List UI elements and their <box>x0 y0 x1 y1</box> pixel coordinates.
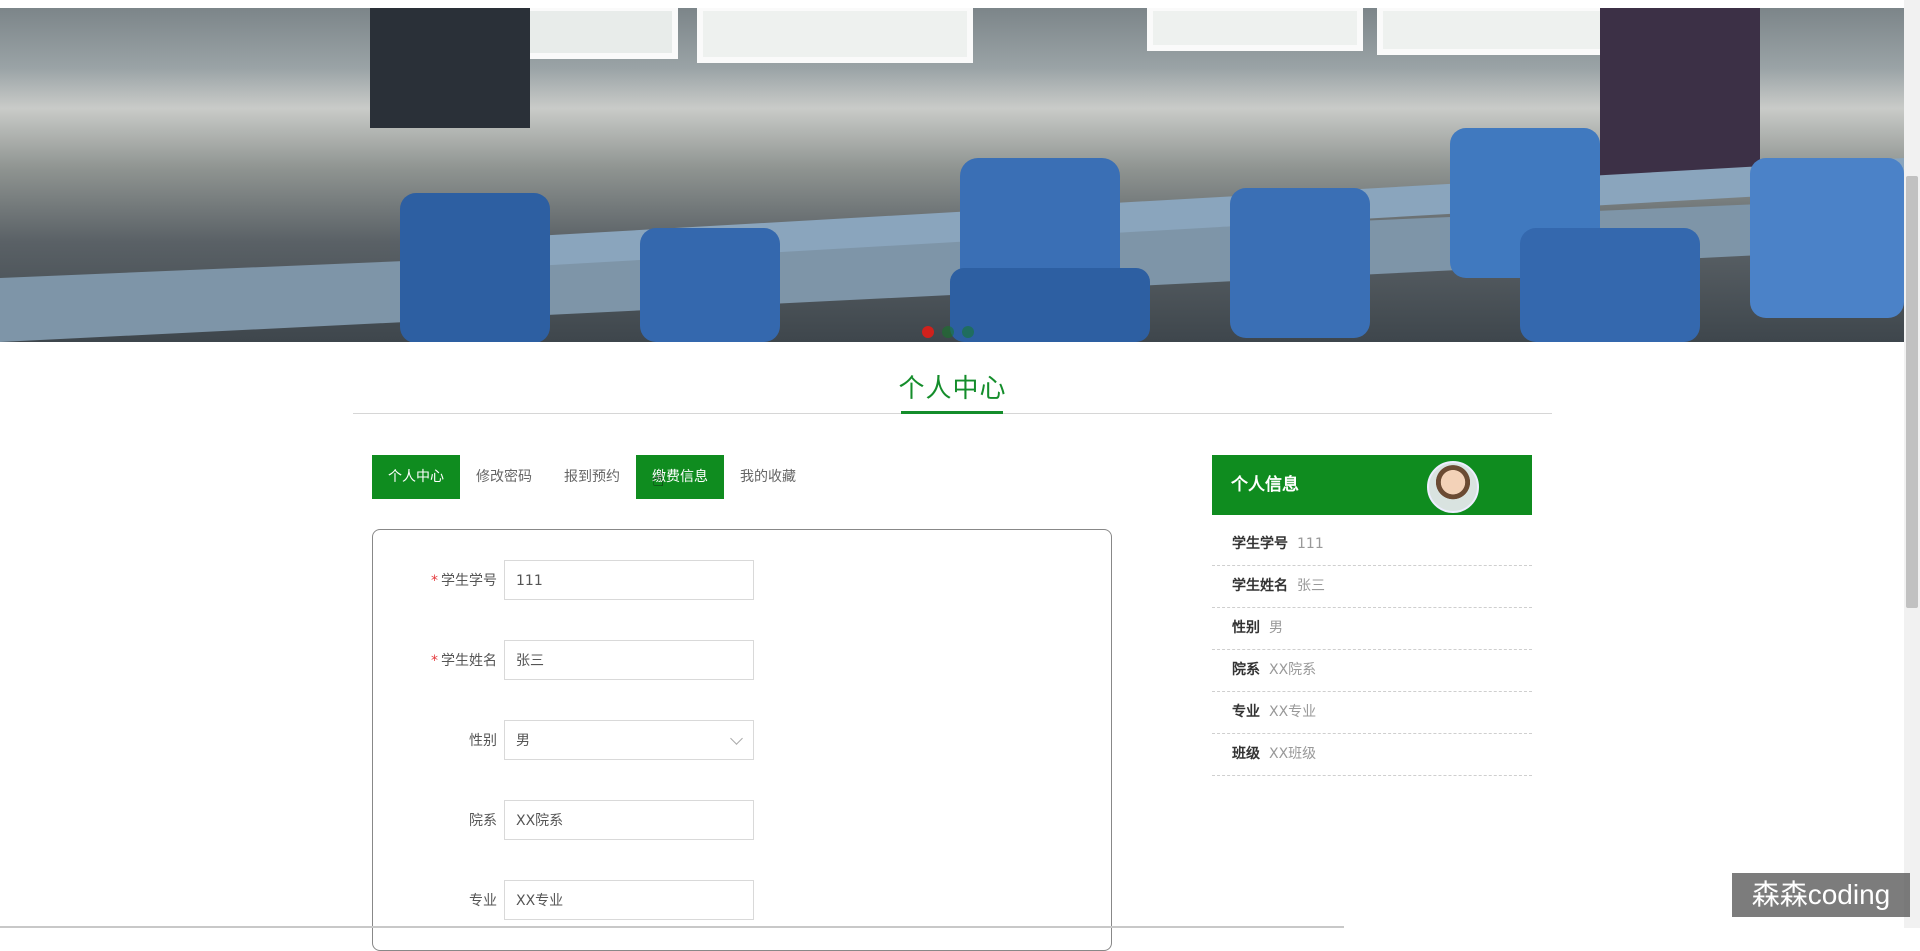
info-row-class: 班级 XX班级 <box>1212 733 1532 776</box>
major-label: 专业 <box>469 893 497 909</box>
info-label: 专业 <box>1232 704 1260 720</box>
avatar <box>1427 461 1479 513</box>
watermark: 森森coding <box>1732 873 1910 917</box>
student-name-label: * 学生姓名 <box>431 653 497 669</box>
carousel-dot[interactable] <box>922 326 934 338</box>
info-row-gender: 性别 男 <box>1212 607 1532 650</box>
gender-select[interactable]: 男 <box>504 720 754 760</box>
info-row-major: 专业 XX专业 <box>1212 691 1532 734</box>
student-id-input[interactable]: 111 <box>504 560 754 600</box>
info-label: 学生姓名 <box>1232 578 1288 594</box>
info-value: 张三 <box>1297 578 1325 594</box>
info-label: 院系 <box>1232 662 1260 678</box>
chevron-down-icon <box>730 732 743 745</box>
info-row-department: 院系 XX院系 <box>1212 649 1532 692</box>
info-label: 班级 <box>1232 746 1260 762</box>
profile-tabs: 个人中心 修改密码 报到预约 缴费信息 我的收藏 <box>372 455 812 499</box>
info-value: 男 <box>1269 620 1283 636</box>
tab-my-favorites[interactable]: 我的收藏 <box>724 455 812 499</box>
title-underline <box>901 411 1003 414</box>
info-label: 性别 <box>1232 620 1260 636</box>
info-value: 111 <box>1297 536 1324 552</box>
info-value: XX班级 <box>1269 746 1317 762</box>
hero-banner <box>0 8 1904 342</box>
info-value: XX专业 <box>1269 704 1317 720</box>
info-value: XX院系 <box>1269 662 1317 678</box>
tab-change-password[interactable]: 修改密码 <box>460 455 548 499</box>
required-mark: * <box>431 573 438 589</box>
form-row-major: 专业 XX专业 <box>373 880 1111 922</box>
tab-enrollment-reservation[interactable]: 报到预约 <box>548 455 636 499</box>
major-input[interactable]: XX专业 <box>504 880 754 920</box>
form-row-student-name: * 学生姓名 张三 <box>373 640 1111 682</box>
gender-label: 性别 <box>469 733 497 749</box>
tab-payment-info[interactable]: 缴费信息 <box>636 455 724 499</box>
carousel-dots <box>922 326 974 338</box>
form-row-gender: 性别 男 <box>373 720 1111 762</box>
department-input[interactable]: XX院系 <box>504 800 754 840</box>
student-id-label: * 学生学号 <box>431 573 497 589</box>
hand-cursor-icon: ☝ <box>652 467 665 491</box>
page-title: 个人中心 <box>898 374 1007 404</box>
carousel-dot[interactable] <box>962 326 974 338</box>
department-label: 院系 <box>469 813 497 829</box>
tab-profile-center[interactable]: 个人中心 <box>372 455 460 499</box>
required-mark: * <box>431 653 438 669</box>
form-row-student-id: * 学生学号 111 <box>373 560 1111 602</box>
classroom-photo <box>0 8 1904 342</box>
profile-form: * 学生学号 111 * 学生姓名 张三 性别 男 院系 XX院系 专业 XX专业 <box>372 529 1112 951</box>
student-name-input[interactable]: 张三 <box>504 640 754 680</box>
info-row-student-name: 学生姓名 张三 <box>1212 565 1532 608</box>
gender-selected-value: 男 <box>516 733 530 749</box>
info-label: 学生学号 <box>1232 536 1288 552</box>
page-scrollbar[interactable] <box>1904 0 1920 928</box>
scrollbar-thumb[interactable] <box>1906 176 1918 608</box>
info-row-student-id: 学生学号 111 <box>1212 523 1532 566</box>
carousel-dot[interactable] <box>942 326 954 338</box>
info-panel-header: 个人信息 <box>1212 455 1532 515</box>
form-row-department: 院系 XX院系 <box>373 800 1111 842</box>
info-panel-title: 个人信息 <box>1231 475 1299 495</box>
